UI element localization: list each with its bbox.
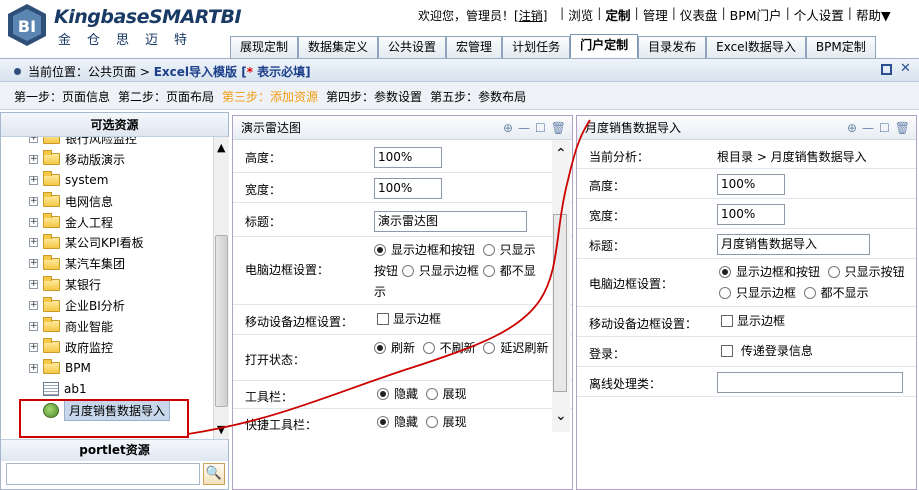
annotation-arrow (187, 119, 591, 435)
annotation-highlight-box (19, 399, 189, 438)
annotation-overlay (19, 119, 591, 438)
